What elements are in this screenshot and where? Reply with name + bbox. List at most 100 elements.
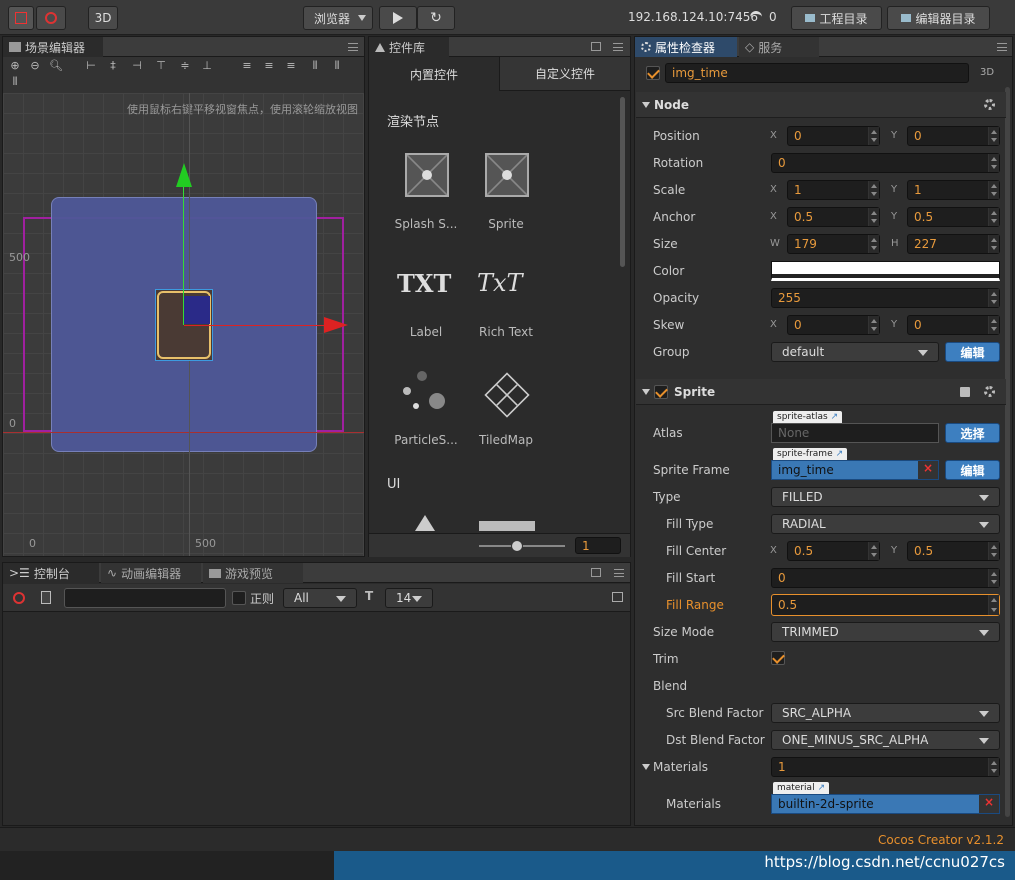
size-h-field[interactable]: 227 [907, 234, 1000, 254]
splash-sprite-icon[interactable] [405, 153, 449, 197]
preview-platform-select[interactable]: 浏览器 [303, 6, 373, 30]
select-atlas-button[interactable]: 选择 [945, 423, 1000, 443]
materials-count-field[interactable]: 1 [771, 757, 1000, 777]
label-icon[interactable]: TXT [397, 269, 451, 298]
open-log-icon[interactable] [41, 591, 51, 604]
tab-custom-widgets[interactable]: 自定义控件 [499, 57, 630, 91]
panel-menu-icon[interactable] [614, 569, 624, 577]
zoom-reset-icon[interactable]: 🔍︎ [49, 60, 63, 72]
tab-console[interactable]: >☰ 控制台 [3, 563, 99, 583]
opacity-field[interactable]: 255 [771, 288, 1000, 308]
collapse-icon[interactable] [612, 592, 623, 602]
stepper-icon[interactable] [988, 181, 999, 199]
tab-service[interactable]: ◇ 服务 [739, 37, 819, 57]
scale-y-field[interactable]: 1 [907, 180, 1000, 200]
refresh-button[interactable]: ↻ [417, 6, 455, 30]
sprite-section-header[interactable]: Sprite [636, 379, 1006, 405]
align-bottom-icon[interactable]: ⊥ [201, 60, 213, 72]
distribute-bottom-icon[interactable]: ≡ [285, 60, 297, 72]
clear-console-icon[interactable] [13, 592, 25, 604]
clear-icon[interactable]: × [918, 461, 938, 479]
external-link-icon[interactable]: ↗ [818, 783, 826, 793]
clear-icon[interactable]: × [979, 795, 999, 813]
distribute-left-icon[interactable]: ⫴ [309, 60, 321, 72]
toggle-3d-button[interactable]: 3D [88, 6, 118, 30]
stepper-icon[interactable] [988, 208, 999, 226]
console-log-area[interactable] [3, 613, 630, 825]
atlas-field[interactable]: None [771, 423, 939, 443]
zoom-in-icon[interactable]: ⊕ [9, 60, 21, 72]
dst-blend-select[interactable]: ONE_MINUS_SRC_ALPHA [771, 730, 1000, 750]
gear-icon[interactable] [984, 386, 995, 397]
node-name-field[interactable]: img_time [665, 63, 969, 83]
external-link-icon[interactable]: ↗ [831, 412, 839, 422]
stepper-icon[interactable] [868, 181, 879, 199]
gizmo-x-arrow[interactable] [324, 317, 348, 333]
distribute-vcenter-icon[interactable]: ≡ [263, 60, 275, 72]
skew-y-field[interactable]: 0 [907, 315, 1000, 335]
stepper-icon[interactable] [988, 542, 999, 560]
stepper-icon[interactable] [868, 542, 879, 560]
panel-menu-icon[interactable] [613, 43, 623, 51]
stepper-icon[interactable] [988, 569, 999, 587]
src-blend-select[interactable]: SRC_ALPHA [771, 703, 1000, 723]
play-button[interactable] [379, 6, 417, 30]
distribute-right-icon[interactable]: ⫴ [9, 76, 21, 88]
stepper-icon[interactable] [868, 316, 879, 334]
position-y-field[interactable]: 0 [907, 126, 1000, 146]
fill-center-y-field[interactable]: 0.5 [907, 541, 1000, 561]
distribute-top-icon[interactable]: ≡ [241, 60, 253, 72]
ui-widget-icon[interactable] [415, 515, 435, 531]
console-filter-input[interactable] [64, 588, 226, 608]
tab-scene-editor[interactable]: 场景编辑器 [3, 37, 103, 57]
external-link-icon[interactable]: ↗ [836, 449, 844, 459]
tab-game-preview[interactable]: 游戏预览 [203, 563, 303, 583]
stepper-icon[interactable] [868, 127, 879, 145]
gizmo-y-arrow[interactable] [176, 163, 192, 187]
position-x-field[interactable]: 0 [787, 126, 880, 146]
stepper-icon[interactable] [988, 154, 999, 172]
edit-group-button[interactable]: 编辑 [945, 342, 1000, 362]
stepper-icon[interactable] [868, 208, 879, 226]
tab-widget-library[interactable]: 控件库 [369, 37, 449, 57]
gear-icon[interactable] [984, 99, 995, 110]
rich-text-icon[interactable]: TxT [477, 269, 523, 297]
stepper-icon[interactable] [988, 595, 999, 615]
library-scrollbar[interactable] [620, 97, 625, 267]
fill-start-field[interactable]: 0 [771, 568, 1000, 588]
inspector-scrollbar[interactable] [1005, 87, 1010, 817]
type-select[interactable]: FILLED [771, 487, 1000, 507]
stepper-icon[interactable] [868, 235, 879, 253]
edit-sprite-frame-button[interactable]: 编辑 [945, 460, 1000, 480]
regex-checkbox[interactable] [232, 591, 246, 605]
font-size-select[interactable]: 14 [385, 588, 433, 608]
align-left-icon[interactable]: ⊢ [85, 60, 97, 72]
rotation-field[interactable]: 0 [771, 153, 1000, 173]
color-swatch[interactable] [771, 261, 1000, 281]
tab-animation-editor[interactable]: ∿ 动画编辑器 [101, 563, 201, 583]
gizmo-tool-button[interactable] [36, 6, 66, 30]
scene-viewport[interactable]: 使用鼠标右键平移视窗焦点，使用滚轮缩放视图 500 0 0 500 [3, 93, 364, 556]
stepper-icon[interactable] [988, 289, 999, 307]
align-top-icon[interactable]: ⊤ [155, 60, 167, 72]
skew-x-field[interactable]: 0 [787, 315, 880, 335]
ui-button-icon[interactable] [479, 521, 535, 531]
sprite-enabled-checkbox[interactable] [654, 385, 668, 399]
project-dir-button[interactable]: 工程目录 [791, 6, 882, 30]
panel-menu-icon[interactable] [348, 43, 358, 51]
zoom-slider-thumb[interactable] [511, 540, 523, 552]
maximize-icon[interactable] [591, 42, 601, 51]
size-w-field[interactable]: 179 [787, 234, 880, 254]
log-level-select[interactable]: All [283, 588, 357, 608]
align-hcenter-icon[interactable]: ‡ [107, 60, 119, 72]
stepper-icon[interactable] [988, 127, 999, 145]
zoom-value-field[interactable]: 1 [575, 537, 621, 554]
fill-range-field[interactable]: 0.5 [771, 594, 1000, 616]
particle-system-icon[interactable] [403, 371, 451, 415]
distribute-hcenter-icon[interactable]: ⫴ [331, 60, 343, 72]
trim-checkbox[interactable] [771, 651, 785, 665]
book-icon[interactable] [960, 387, 970, 397]
node-section-header[interactable]: Node [636, 92, 1006, 118]
panel-menu-icon[interactable] [997, 43, 1007, 51]
align-vcenter-icon[interactable]: ≑ [179, 60, 191, 72]
